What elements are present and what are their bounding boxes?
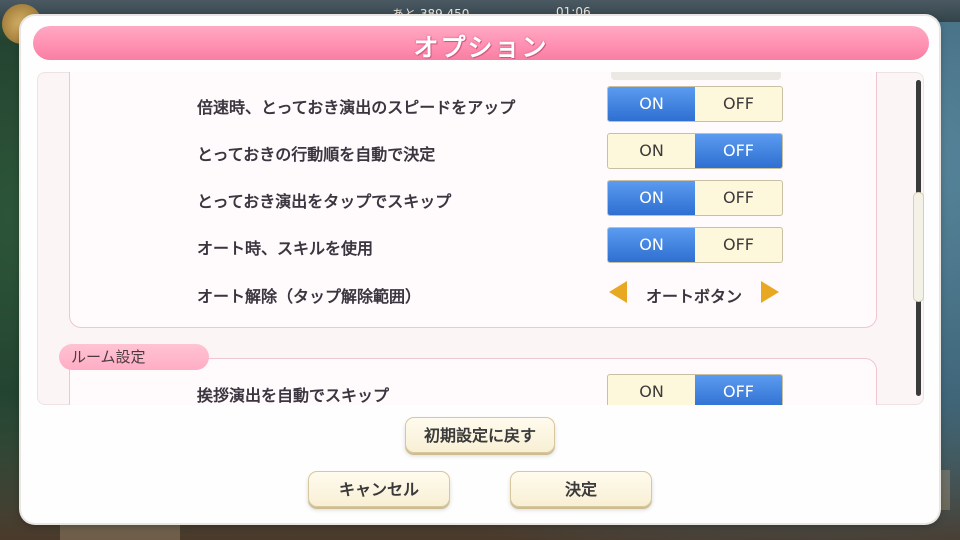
scrollbar[interactable]	[913, 80, 924, 396]
option-row-auto-skill: オート時、スキルを使用 ON OFF	[197, 227, 787, 263]
toggle-on[interactable]: ON	[608, 134, 695, 168]
auto-skill-toggle[interactable]: ON OFF	[607, 227, 783, 263]
dialog-title-bar: オプション	[33, 26, 929, 62]
option-label: オート解除（タップ解除範囲）	[197, 287, 422, 306]
options-dialog: オプション 倍速時、とっておき演出のスピードをアップ ON OFF とっておきの…	[21, 16, 939, 523]
auto-release-selector[interactable]: オートボタン	[607, 275, 781, 309]
section-header-room: ルーム設定	[59, 344, 209, 370]
toggle-off[interactable]: OFF	[695, 134, 782, 168]
reset-defaults-button[interactable]: 初期設定に戻す	[405, 417, 555, 453]
option-row-greeting-skip: 挨拶演出を自動でスキップ ON OFF	[197, 374, 787, 405]
option-row-tap-skip: とっておき演出をタップでスキップ ON OFF	[197, 180, 787, 216]
toggle-off[interactable]: OFF	[695, 87, 782, 121]
toggle-off[interactable]: OFF	[695, 375, 782, 405]
option-label: 倍速時、とっておき演出のスピードをアップ	[197, 98, 516, 117]
option-row-action-order: とっておきの行動順を自動で決定 ON OFF	[197, 133, 787, 169]
confirm-button[interactable]: 決定	[510, 471, 652, 507]
toggle-on[interactable]: ON	[608, 375, 695, 405]
action-order-toggle[interactable]: ON OFF	[607, 133, 783, 169]
option-label: とっておきの行動順を自動で決定	[197, 145, 436, 164]
option-row-auto-release: オート解除（タップ解除範囲） オートボタン	[197, 275, 787, 309]
option-label: オート時、スキルを使用	[197, 239, 374, 258]
toggle-on[interactable]: ON	[608, 181, 695, 215]
arrow-right-icon[interactable]	[761, 281, 779, 303]
toggle-off[interactable]: OFF	[695, 228, 782, 262]
greeting-skip-toggle[interactable]: ON OFF	[607, 374, 783, 405]
clipped-toggle	[611, 72, 781, 80]
dialog-title: オプション	[413, 33, 549, 62]
options-scroll-area[interactable]: 倍速時、とっておき演出のスピードをアップ ON OFF とっておきの行動順を自動…	[37, 72, 924, 405]
toggle-on[interactable]: ON	[608, 228, 695, 262]
selector-value: オートボタン	[645, 287, 742, 306]
toggle-on[interactable]: ON	[608, 87, 695, 121]
speedup-toggle[interactable]: ON OFF	[607, 86, 783, 122]
tap-skip-toggle[interactable]: ON OFF	[607, 180, 783, 216]
cancel-button[interactable]: キャンセル	[308, 471, 450, 507]
option-row-speedup: 倍速時、とっておき演出のスピードをアップ ON OFF	[197, 86, 787, 122]
option-label: 挨拶演出を自動でスキップ	[197, 386, 390, 405]
scrollbar-thumb[interactable]	[913, 192, 924, 302]
toggle-off[interactable]: OFF	[695, 181, 782, 215]
option-label: とっておき演出をタップでスキップ	[197, 192, 452, 211]
